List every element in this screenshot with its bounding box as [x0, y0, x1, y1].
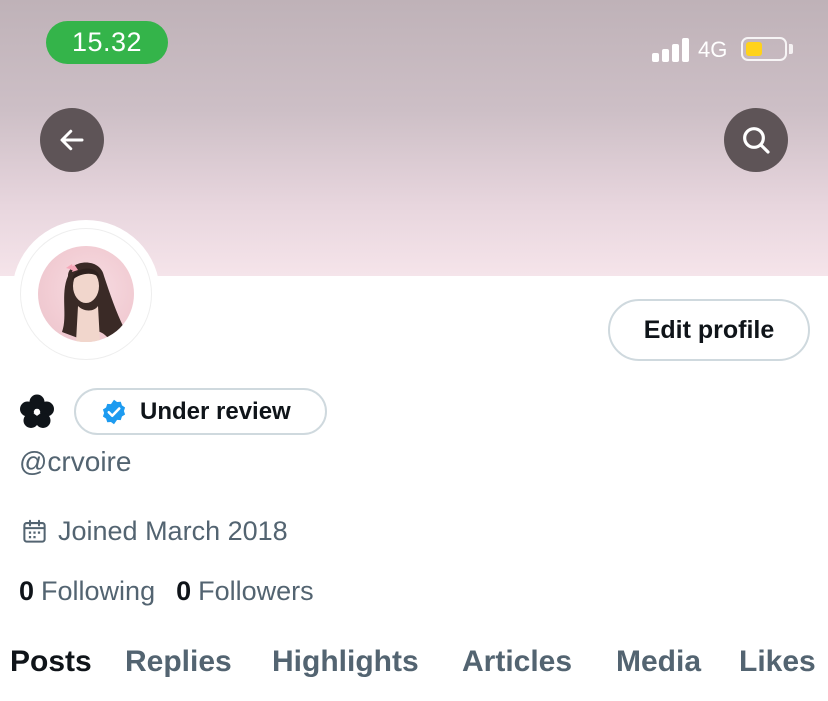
- tab-articles[interactable]: Articles: [462, 645, 572, 679]
- tab-highlights[interactable]: Highlights: [272, 645, 419, 679]
- battery-level: [746, 42, 762, 56]
- edit-profile-button[interactable]: Edit profile: [608, 299, 810, 361]
- battery-icon: [741, 37, 787, 61]
- avatar-frame: [20, 228, 152, 360]
- battery-tip: [789, 44, 793, 54]
- tab-posts[interactable]: Posts: [10, 645, 92, 679]
- network-type: 4G: [698, 37, 728, 62]
- following-label: Following: [41, 576, 156, 606]
- followers-label: Followers: [198, 576, 314, 606]
- tab-likes[interactable]: Likes: [739, 645, 816, 679]
- flower-icon: [20, 394, 54, 428]
- verification-status-label: Under review: [140, 397, 291, 425]
- search-button[interactable]: [724, 108, 788, 172]
- followers-link[interactable]: 0 Followers: [176, 576, 314, 607]
- tab-replies[interactable]: Replies: [125, 645, 232, 679]
- tab-media[interactable]: Media: [616, 645, 701, 679]
- signal-icon: [652, 38, 690, 62]
- following-link[interactable]: 0 Following: [19, 576, 155, 607]
- avatar-portrait: [62, 262, 124, 342]
- follow-stats: 0 Following 0 Followers: [19, 576, 314, 607]
- following-count: 0: [19, 576, 35, 606]
- joined-date: Joined March 2018: [21, 516, 288, 547]
- profile-handle: @crvoire: [19, 446, 132, 477]
- search-icon: [743, 127, 770, 154]
- status-time: 15.32: [46, 21, 168, 64]
- arrow-left-icon: [60, 129, 84, 151]
- verification-status-badge[interactable]: Under review: [74, 388, 327, 435]
- verified-badge-icon: [102, 399, 126, 424]
- profile-tabs: Posts Replies Highlights Articles Media …: [0, 645, 828, 701]
- calendar-icon: [23, 519, 46, 543]
- followers-count: 0: [176, 576, 192, 606]
- avatar[interactable]: [12, 220, 160, 368]
- joined-date-label: Joined March 2018: [58, 516, 288, 546]
- avatar-photo: [38, 246, 134, 342]
- back-button[interactable]: [40, 108, 104, 172]
